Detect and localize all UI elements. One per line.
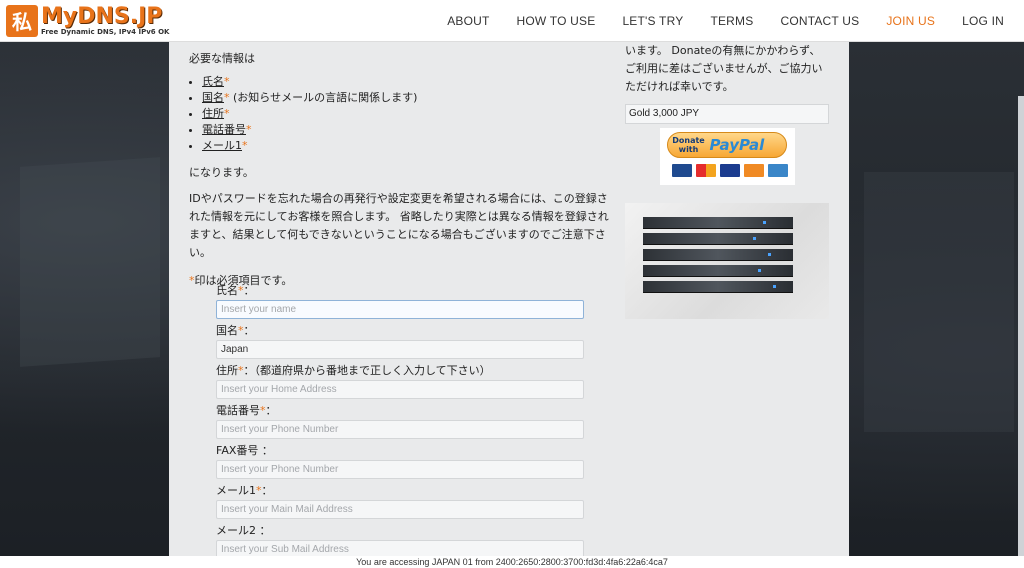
fax-input[interactable] xyxy=(216,460,584,479)
top-navigation-bar: 私 MyDNS.JP Free Dynamic DNS, IPv4 IPv6 O… xyxy=(0,0,1024,42)
paypal-logo-pal: Pal xyxy=(738,136,765,154)
logo-mark-icon: 私 xyxy=(6,4,38,37)
mail1-input[interactable] xyxy=(216,500,584,519)
nav-lets-try[interactable]: LET'S TRY xyxy=(622,14,683,28)
server-rack-image xyxy=(625,203,829,319)
main-column: 必要な情報は 氏名* 国名* (お知らせメールの言語に関係します) 住所* 電話… xyxy=(189,42,609,288)
required-item-label[interactable]: 国名 xyxy=(202,91,224,104)
sidebar: います。 Donateの有無にかかわらず、ご利用に差はございませんが、ご協力いた… xyxy=(625,42,829,319)
field-label-text: 国名 xyxy=(216,324,238,337)
nav-how-to-use[interactable]: HOW TO USE xyxy=(517,14,596,28)
background-decoration xyxy=(864,172,1014,432)
background-decoration xyxy=(20,157,160,367)
address-input[interactable] xyxy=(216,380,584,399)
phone-label: 電話番号*： xyxy=(216,404,584,418)
list-item: 電話番号* xyxy=(202,122,609,138)
list-item: 氏名* xyxy=(202,74,609,90)
country-input[interactable] xyxy=(216,340,584,359)
required-info-title: 必要な情報は xyxy=(189,52,255,65)
fax-label: FAX番号 ： xyxy=(216,444,273,457)
field-label-text: 住所 xyxy=(216,364,238,377)
rack-unit xyxy=(643,249,793,261)
rack-unit xyxy=(643,217,793,229)
list-item: メール1* xyxy=(202,138,609,154)
field-colon: ： xyxy=(243,324,255,337)
address-note: ：（都道府県から番地まで正しく入力して下さい） xyxy=(243,364,491,377)
field-colon: ： xyxy=(243,284,255,297)
nav-about[interactable]: ABOUT xyxy=(447,14,489,28)
nav-contact-us[interactable]: CONTACT US xyxy=(780,14,859,28)
payment-cards xyxy=(671,164,792,177)
nav-log-in[interactable]: LOG IN xyxy=(962,14,1004,28)
paypal-button[interactable]: Donate with PayPal xyxy=(666,132,787,158)
content-panel: 必要な情報は 氏名* 国名* (お知らせメールの言語に関係します) 住所* 電話… xyxy=(169,42,849,559)
mail1-label: メール1*： xyxy=(216,484,584,498)
rack-light xyxy=(763,221,766,224)
rack-light xyxy=(753,237,756,240)
paypal-card-icon xyxy=(671,164,692,177)
required-star: * xyxy=(246,123,252,136)
main-nav: ABOUT HOW TO USE LET'S TRY TERMS CONTACT… xyxy=(420,14,1004,28)
address-label: 住所*：（都道府県から番地まで正しく入力して下さい） xyxy=(216,364,584,378)
field-label-text: メール1 xyxy=(216,484,256,497)
nav-join-us[interactable]: JOIN US xyxy=(886,14,935,28)
field-colon: ： xyxy=(265,404,277,417)
name-input[interactable] xyxy=(216,300,584,319)
rack-unit xyxy=(643,265,793,277)
field-colon: ： xyxy=(261,484,273,497)
rack-unit xyxy=(643,233,793,245)
required-item-note: (お知らせメールの言語に関係します) xyxy=(229,91,418,104)
access-footer: You are accessing JAPAN 01 from 2400:265… xyxy=(0,556,1024,568)
mastercard-icon xyxy=(695,164,716,177)
paypal-logo-pay: Pay xyxy=(709,136,739,154)
required-star: * xyxy=(224,107,230,120)
donate-text: います。 Donateの有無にかかわらず、ご利用に差はございませんが、ご協力いた… xyxy=(625,44,823,93)
required-star: * xyxy=(242,139,248,152)
server-rack-photo xyxy=(625,203,829,319)
donate-with-label: Donate with xyxy=(672,136,705,154)
field-label-text: 氏名 xyxy=(216,284,238,297)
visa-icon xyxy=(719,164,740,177)
amex-icon xyxy=(767,164,788,177)
paypal-logo: PayPal xyxy=(710,136,765,154)
field-label-text: 電話番号 xyxy=(216,404,260,417)
required-star: * xyxy=(224,75,230,88)
list-item: 国名* (お知らせメールの言語に関係します) xyxy=(202,90,609,106)
closing-text: になります。 xyxy=(189,166,254,179)
discover-icon xyxy=(743,164,764,177)
country-label: 国名*： xyxy=(216,324,584,338)
phone-input[interactable] xyxy=(216,420,584,439)
nav-terms[interactable]: TERMS xyxy=(710,14,753,28)
required-item-label[interactable]: 電話番号 xyxy=(202,123,246,136)
donate-amount-select[interactable]: Gold 3,000 JPY xyxy=(625,104,829,124)
registration-form: 氏名*： 国名*： 住所*：（都道府県から番地まで正しく入力して下さい） 電話番… xyxy=(216,284,584,564)
mail2-label: メール2 ： xyxy=(216,524,271,537)
site-logo[interactable]: 私 MyDNS.JP Free Dynamic DNS, IPv4 IPv6 O… xyxy=(6,3,170,37)
required-info-list: 氏名* 国名* (お知らせメールの言語に関係します) 住所* 電話番号* メール… xyxy=(202,74,609,154)
logo-title: MyDNS.JP xyxy=(41,3,163,29)
info-paragraph: IDやパスワードを忘れた場合の再発行や設定変更を希望される場合には、この登録され… xyxy=(189,192,609,259)
required-item-label[interactable]: メール1 xyxy=(202,139,242,152)
name-label: 氏名*： xyxy=(216,284,584,298)
rack-light xyxy=(768,253,771,256)
scrollbar[interactable] xyxy=(1018,96,1024,556)
rack-light xyxy=(773,285,776,288)
list-item: 住所* xyxy=(202,106,609,122)
logo-subtitle: Free Dynamic DNS, IPv4 IPv6 OK xyxy=(41,27,170,36)
rack-light xyxy=(758,269,761,272)
rack-unit xyxy=(643,281,793,293)
required-item-label[interactable]: 氏名 xyxy=(202,75,224,88)
paypal-donate-button[interactable]: Donate with PayPal xyxy=(659,128,795,185)
logo-text: MyDNS.JP Free Dynamic DNS, IPv4 IPv6 OK xyxy=(41,3,170,36)
required-item-label[interactable]: 住所 xyxy=(202,107,224,120)
